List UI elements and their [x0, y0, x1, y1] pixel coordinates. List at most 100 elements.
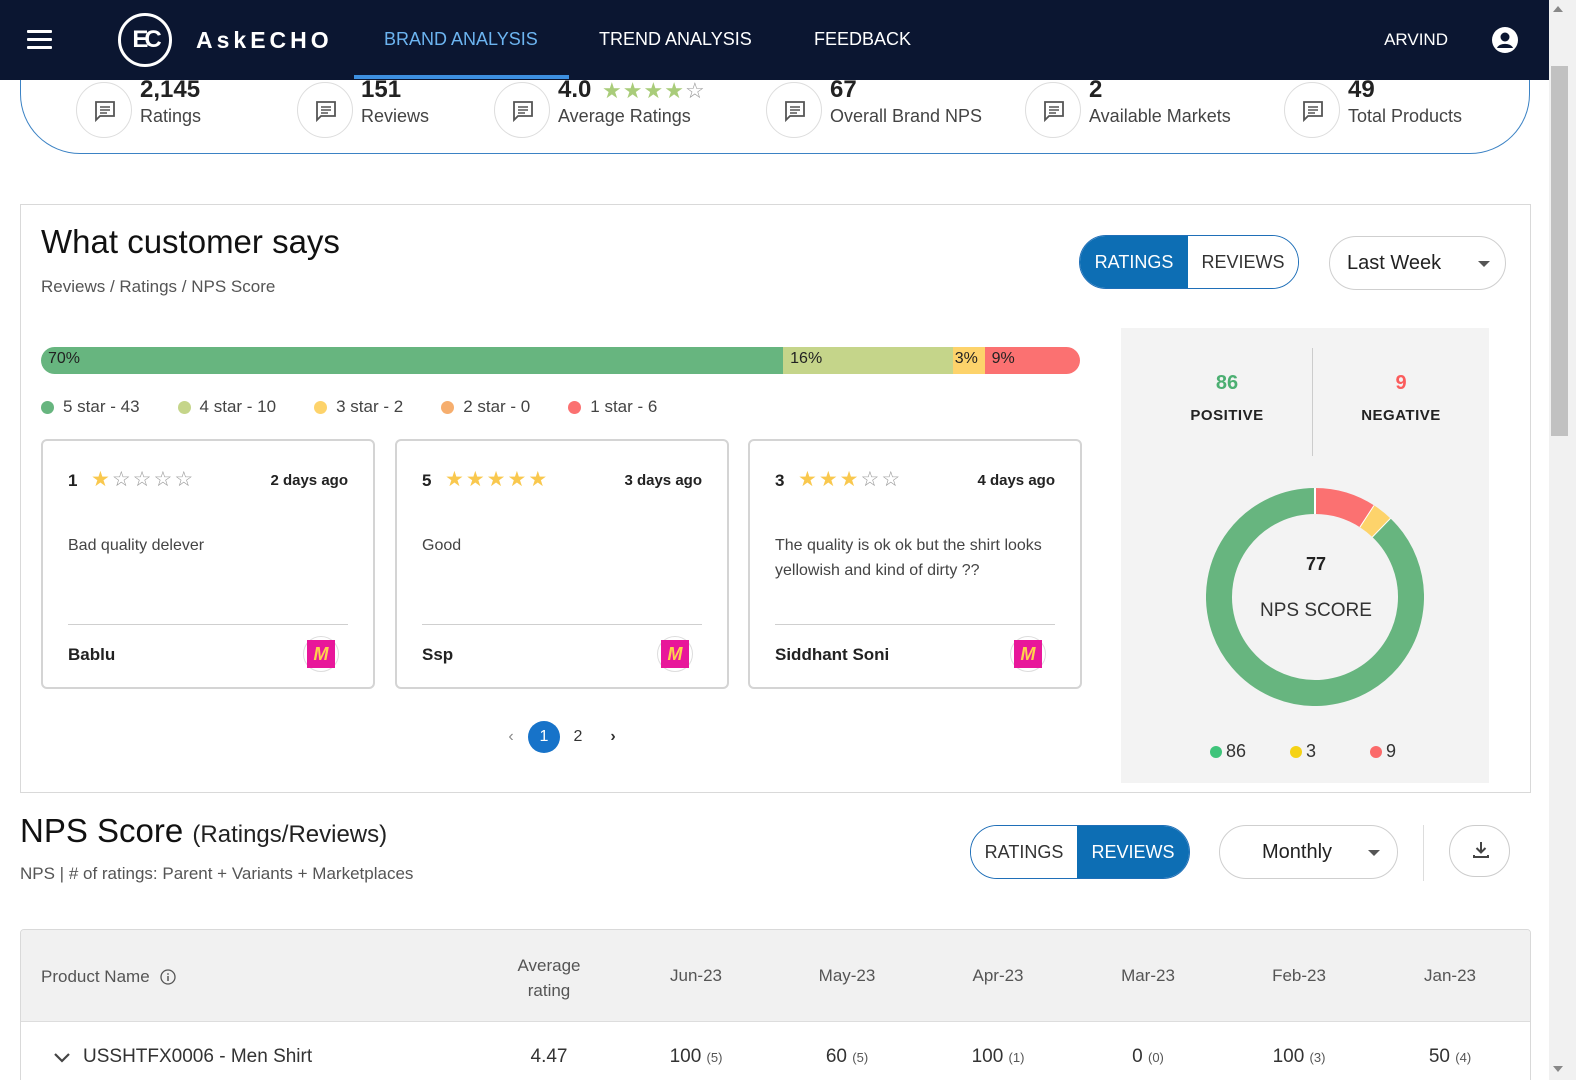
- comment-icon: [1025, 82, 1081, 138]
- stat-value: 151: [361, 76, 402, 103]
- column-header-month[interactable]: Mar-23: [1098, 966, 1198, 986]
- user-name[interactable]: ARVIND: [1384, 30, 1448, 50]
- divider: [775, 624, 1055, 625]
- nps-cell: 50 (4): [1400, 1046, 1500, 1068]
- legend-value: 86: [1226, 741, 1247, 761]
- tab-feedback[interactable]: FEEDBACK: [814, 29, 911, 50]
- legend-item: 2 star - 0: [441, 397, 530, 417]
- page-1-button[interactable]: 1: [528, 721, 560, 753]
- stat-value: 4.0: [558, 76, 592, 103]
- legend-label: 2 star - 0: [463, 397, 531, 416]
- scroll-up-arrow-icon[interactable]: [1553, 6, 1563, 12]
- hamburger-menu-icon[interactable]: [27, 30, 52, 50]
- marketplace-logo: M: [657, 636, 693, 672]
- nps-summary-panel: 86 POSITIVE 9 NEGATIVE 77 NPS SCORE 86 3…: [1121, 328, 1489, 783]
- period-select[interactable]: Last Week: [1329, 236, 1506, 290]
- nps-value: 50: [1428, 1046, 1450, 1067]
- top-navbar: EC AskECHO BRAND ANALYSIS TREND ANALYSIS…: [0, 0, 1549, 80]
- nps-period-select[interactable]: Monthly: [1219, 825, 1398, 879]
- review-stars: ★★★☆☆: [798, 467, 902, 492]
- column-header-month[interactable]: Feb-23: [1249, 966, 1349, 986]
- nps-value: 100: [669, 1046, 702, 1067]
- ratings-reviews-toggle: RATINGS REVIEWS: [1079, 235, 1299, 289]
- stat-label: Ratings: [140, 106, 202, 126]
- distribution-segment: 9%: [984, 347, 1080, 374]
- star-filled-icon: ★: [798, 468, 819, 491]
- positive-label: POSITIVE: [1190, 407, 1264, 424]
- download-button[interactable]: [1449, 825, 1510, 877]
- comment-icon: [76, 82, 132, 138]
- star-filled-icon: ★: [602, 78, 623, 103]
- review-stars: ★★★★★: [445, 467, 549, 492]
- donut-slice: [1360, 505, 1391, 538]
- user-account-icon[interactable]: [1492, 27, 1518, 53]
- reviewer-name: Siddhant Soni: [775, 645, 890, 664]
- review-card[interactable]: 3 ★★★☆☆ 4 days ago The quality is ok ok …: [748, 439, 1082, 689]
- review-text: Bad quality delever: [68, 537, 205, 554]
- scrollbar-thumb[interactable]: [1551, 66, 1568, 436]
- divider: [422, 624, 702, 625]
- tab-brand-analysis[interactable]: BRAND ANALYSIS: [384, 29, 538, 50]
- column-header-month[interactable]: May-23: [797, 966, 897, 986]
- page-2-button[interactable]: 2: [562, 721, 594, 753]
- chevron-left-icon[interactable]: ‹: [495, 721, 527, 753]
- review-text: The quality is ok ok but the shirt looks…: [775, 537, 1042, 579]
- review-text: Good: [422, 537, 462, 554]
- star-empty-icon: ☆: [132, 468, 154, 491]
- star-filled-icon: ★: [445, 468, 466, 491]
- chevron-down-icon[interactable]: [53, 1052, 71, 1064]
- period-select-value: Last Week: [1347, 252, 1442, 274]
- legend-label: 4 star - 10: [199, 397, 277, 416]
- scroll-down-arrow-icon[interactable]: [1553, 1066, 1563, 1072]
- ratings-toggle-button[interactable]: RATINGS: [1080, 236, 1189, 288]
- review-card[interactable]: 5 ★★★★★ 3 days ago Good Ssp M: [395, 439, 729, 689]
- legend-dot: [568, 400, 582, 414]
- nps-count: (0): [1147, 1050, 1164, 1065]
- reviews-toggle-button[interactable]: REVIEWS: [1188, 236, 1298, 288]
- nps-cell: 100 (3): [1249, 1046, 1349, 1068]
- column-header-month[interactable]: Apr-23: [948, 966, 1048, 986]
- divider: [1312, 348, 1313, 456]
- legend-dot: [41, 400, 54, 414]
- ratings-toggle-button[interactable]: RATINGS: [971, 826, 1078, 878]
- donut-legend-neutral: 3: [1290, 741, 1316, 762]
- legend-item: 5 star - 43: [41, 397, 140, 417]
- star-empty-icon: ☆: [174, 468, 196, 491]
- star-filled-icon: ★: [622, 78, 644, 103]
- tab-trend-analysis[interactable]: TREND ANALYSIS: [599, 29, 752, 50]
- nps-cell: 100 (5): [646, 1046, 746, 1068]
- column-header-month[interactable]: Jun-23: [646, 966, 746, 986]
- legend-item: 1 star - 6: [568, 397, 657, 417]
- average-rating-cell: 4.47: [530, 1046, 568, 1067]
- nps-count: (4): [1455, 1050, 1472, 1065]
- stat-label: Total Products: [1348, 106, 1463, 126]
- star-filled-icon: ★: [664, 78, 685, 103]
- nps-value: 100: [1272, 1046, 1305, 1067]
- distribution-segment: 16%: [783, 347, 953, 374]
- download-icon: [1473, 842, 1489, 858]
- star-filled-icon: ★: [486, 468, 508, 491]
- reviewer-name: Ssp: [422, 645, 454, 664]
- column-header-product-name[interactable]: Product Name: [41, 966, 177, 987]
- divider: [1423, 825, 1424, 881]
- star-filled-icon: ★: [507, 468, 529, 491]
- stat-value: 67: [830, 76, 857, 103]
- negative-count: 9: [1395, 372, 1407, 394]
- star-filled-icon: ★: [643, 78, 665, 103]
- review-rating-number: 1: [68, 471, 78, 490]
- nps-donut-chart: [1206, 488, 1424, 706]
- stat-label: Overall Brand NPS: [830, 106, 983, 126]
- chevron-right-icon[interactable]: ›: [597, 721, 629, 753]
- stat-value: 2: [1089, 76, 1103, 103]
- review-date: 2 days ago: [270, 472, 348, 489]
- rating-legend: 5 star - 43 4 star - 10 3 star - 2 2 star -…: [41, 397, 695, 417]
- star-filled-icon: ★: [839, 468, 861, 491]
- info-icon[interactable]: [160, 969, 177, 985]
- star-empty-icon: ☆: [881, 468, 903, 491]
- review-rating-number: 5: [422, 471, 432, 490]
- reviews-toggle-button[interactable]: REVIEWS: [1077, 826, 1189, 878]
- donut-slice: [1314, 488, 1375, 528]
- review-card[interactable]: 1 ★☆☆☆☆ 2 days ago Bad quality delever B…: [41, 439, 375, 689]
- column-header-month[interactable]: Jan-23: [1400, 966, 1500, 986]
- column-header-average-rating[interactable]: Average rating: [499, 953, 599, 1003]
